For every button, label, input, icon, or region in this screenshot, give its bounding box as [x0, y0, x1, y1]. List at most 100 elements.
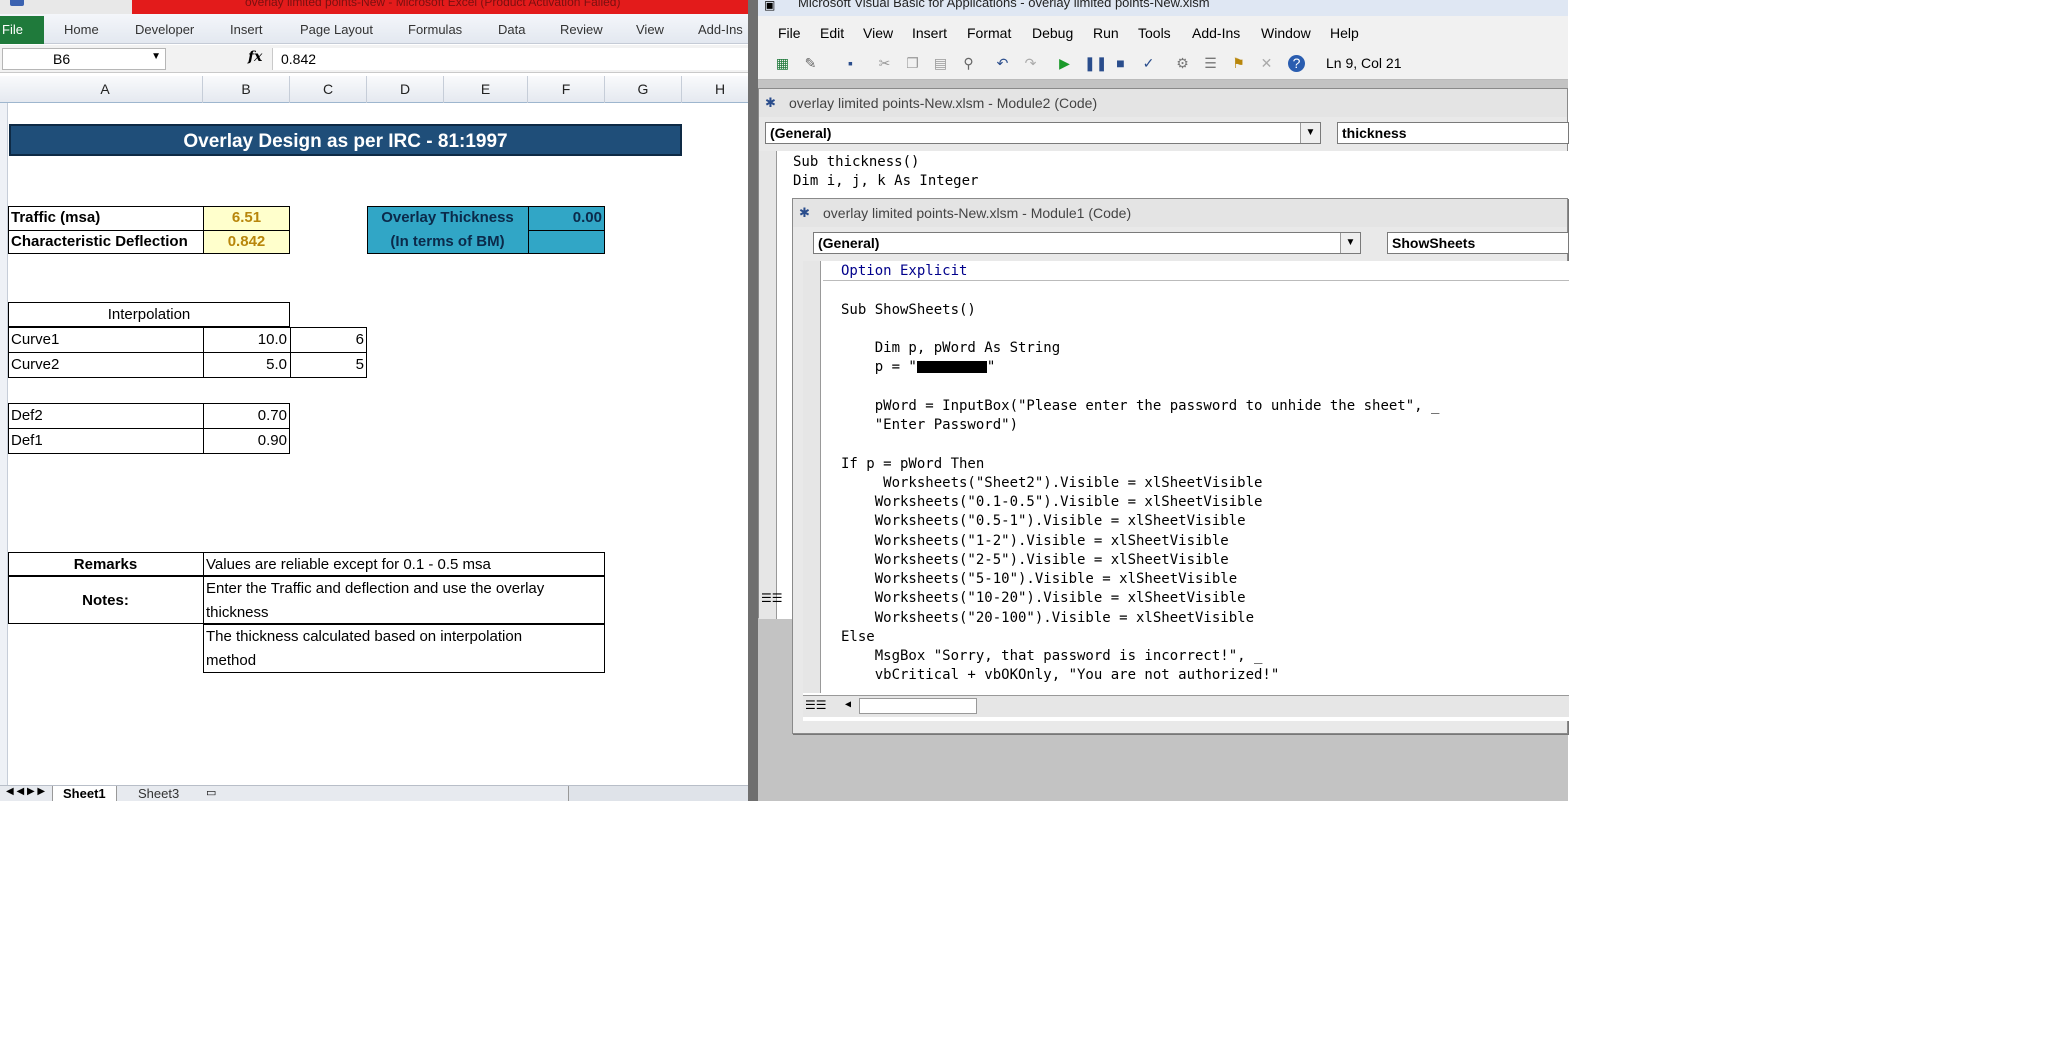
module2-object-select[interactable]: (General) ▼: [765, 122, 1321, 144]
pause-icon[interactable]: ❚❚: [1084, 55, 1107, 72]
redo-icon[interactable]: ↷: [1022, 55, 1039, 72]
view-toggle-icon[interactable]: ☰☰: [805, 698, 827, 712]
menu-window[interactable]: Window: [1261, 25, 1311, 41]
chevron-down-icon[interactable]: ▼: [151, 51, 161, 62]
tab-page-layout[interactable]: Page Layout: [300, 22, 373, 37]
sheet-banner[interactable]: Overlay Design as per IRC - 81:1997: [9, 124, 682, 156]
menu-run[interactable]: Run: [1093, 25, 1119, 41]
def1-value[interactable]: 0.90: [203, 432, 287, 449]
curve1-label[interactable]: Curve1: [11, 331, 59, 348]
toolbox-icon[interactable]: ✕: [1258, 55, 1275, 72]
module2-procedure-select[interactable]: thickness: [1337, 122, 1569, 144]
tab-review[interactable]: Review: [560, 22, 603, 37]
excel-view-icon[interactable]: ▦: [774, 55, 791, 72]
notes-label[interactable]: Notes:: [8, 592, 203, 609]
object-browser-icon[interactable]: ⚑: [1230, 55, 1247, 72]
insert-userform-icon[interactable]: ✎: [802, 55, 819, 72]
overlay-unit-label[interactable]: (In terms of BM): [367, 233, 528, 250]
save-icon[interactable]: [10, 0, 24, 6]
column-header-a[interactable]: A: [8, 76, 203, 103]
menu-file[interactable]: File: [778, 25, 801, 41]
divider: [8, 428, 290, 429]
overlay-label[interactable]: Overlay Thickness: [367, 209, 528, 226]
code-line: p = " ": [841, 358, 996, 377]
tab-home[interactable]: Home: [64, 22, 99, 37]
notes-text-3[interactable]: The thickness calculated based on interp…: [206, 628, 522, 645]
tab-insert[interactable]: Insert: [230, 22, 263, 37]
project-explorer-icon[interactable]: ⚙: [1174, 55, 1191, 72]
view-toggle-icon[interactable]: ☰☰: [761, 591, 783, 605]
menu-add-ins[interactable]: Add-Ins: [1192, 25, 1240, 41]
find-icon[interactable]: ⚲: [960, 55, 977, 72]
column-header-c[interactable]: C: [290, 76, 367, 103]
menu-format[interactable]: Format: [967, 25, 1011, 41]
chevron-down-icon[interactable]: ▼: [1340, 233, 1360, 253]
curve1-b[interactable]: 10.0: [203, 331, 287, 348]
paste-icon[interactable]: ▤: [932, 55, 949, 72]
chevron-down-icon[interactable]: ▼: [1300, 123, 1320, 143]
curve2-label[interactable]: Curve2: [11, 356, 59, 373]
properties-icon[interactable]: ☰: [1202, 55, 1219, 72]
tab-view[interactable]: View: [636, 22, 664, 37]
curve2-b[interactable]: 5.0: [203, 356, 287, 373]
save-icon[interactable]: ▪: [842, 55, 859, 72]
tab-file[interactable]: File: [0, 16, 44, 44]
notes-text-4[interactable]: method: [206, 652, 256, 669]
help-icon[interactable]: ?: [1288, 55, 1305, 72]
module1-procedure-select[interactable]: ShowSheets: [1387, 232, 1569, 254]
tab-formulas[interactable]: Formulas: [408, 22, 462, 37]
undo-icon[interactable]: ↶: [994, 55, 1011, 72]
def1-label[interactable]: Def1: [11, 432, 43, 449]
column-header-f[interactable]: F: [528, 76, 605, 103]
menu-tools[interactable]: Tools: [1138, 25, 1171, 41]
menu-insert[interactable]: Insert: [912, 25, 947, 41]
overlay-value[interactable]: 0.00: [528, 209, 602, 226]
tab-add-ins[interactable]: Add-Ins: [698, 22, 743, 37]
formula-input[interactable]: 0.842: [272, 48, 748, 70]
notes-text-1[interactable]: Enter the Traffic and deflection and use…: [206, 580, 544, 597]
code-line: If p = pWord Then: [841, 456, 985, 472]
insert-function-icon[interactable]: fx: [248, 49, 262, 65]
remarks-text[interactable]: Values are reliable except for 0.1 - 0.5…: [206, 556, 491, 573]
traffic-value[interactable]: 6.51: [203, 209, 290, 226]
code-line: Worksheets("1-2").Visible = xlSheetVisib…: [841, 533, 1229, 549]
column-header-e[interactable]: E: [444, 76, 528, 103]
tab-data[interactable]: Data: [498, 22, 525, 37]
sheet-tab-sheet1[interactable]: Sheet1: [52, 786, 117, 801]
curve2-c[interactable]: 5: [290, 356, 364, 373]
menu-view[interactable]: View: [863, 25, 893, 41]
deflection-value[interactable]: 0.842: [203, 233, 290, 250]
module1-object-select[interactable]: (General) ▼: [813, 232, 1361, 254]
column-header-h[interactable]: H: [682, 76, 748, 103]
scroll-left-icon[interactable]: ◀: [845, 699, 851, 710]
sheet-tab-sheet3[interactable]: Sheet3: [128, 786, 189, 801]
traffic-label[interactable]: Traffic (msa): [11, 209, 100, 226]
new-sheet-icon[interactable]: ▭: [206, 786, 216, 799]
interpolation-title[interactable]: Interpolation: [8, 306, 290, 323]
menu-edit[interactable]: Edit: [820, 25, 844, 41]
menu-debug[interactable]: Debug: [1032, 25, 1073, 41]
horizontal-scroll-thumb[interactable]: [859, 698, 977, 714]
copy-icon[interactable]: ❐: [904, 55, 921, 72]
def2-value[interactable]: 0.70: [203, 407, 287, 424]
module1-code-editor[interactable]: Option Explicit Sub ShowSheets() Dim p, …: [803, 261, 1569, 721]
run-icon[interactable]: ▶: [1056, 55, 1073, 72]
curve1-c[interactable]: 6: [290, 331, 364, 348]
deflection-label[interactable]: Characteristic Deflection: [11, 233, 188, 250]
column-header-g[interactable]: G: [605, 76, 682, 103]
def2-label[interactable]: Def2: [11, 407, 43, 424]
design-mode-icon[interactable]: ✓: [1140, 55, 1157, 72]
column-header-b[interactable]: B: [203, 76, 290, 103]
tab-scroll-arrows[interactable]: ◀ ◀ ▶ ▶: [6, 786, 45, 797]
horizontal-scrollbar[interactable]: [568, 786, 748, 801]
stop-icon[interactable]: ■: [1112, 55, 1129, 72]
tab-developer[interactable]: Developer: [135, 22, 194, 37]
menu-help[interactable]: Help: [1330, 25, 1359, 41]
name-box[interactable]: B6 ▼: [2, 48, 166, 70]
margin-indicator-bar: [759, 151, 777, 619]
cut-icon[interactable]: ✂: [876, 55, 893, 72]
column-header-d[interactable]: D: [367, 76, 444, 103]
remarks-label[interactable]: Remarks: [8, 556, 203, 573]
notes-text-2[interactable]: thickness: [206, 604, 269, 621]
vba-mdi-area: ✱ overlay limited points-New.xlsm - Modul…: [758, 80, 1569, 801]
